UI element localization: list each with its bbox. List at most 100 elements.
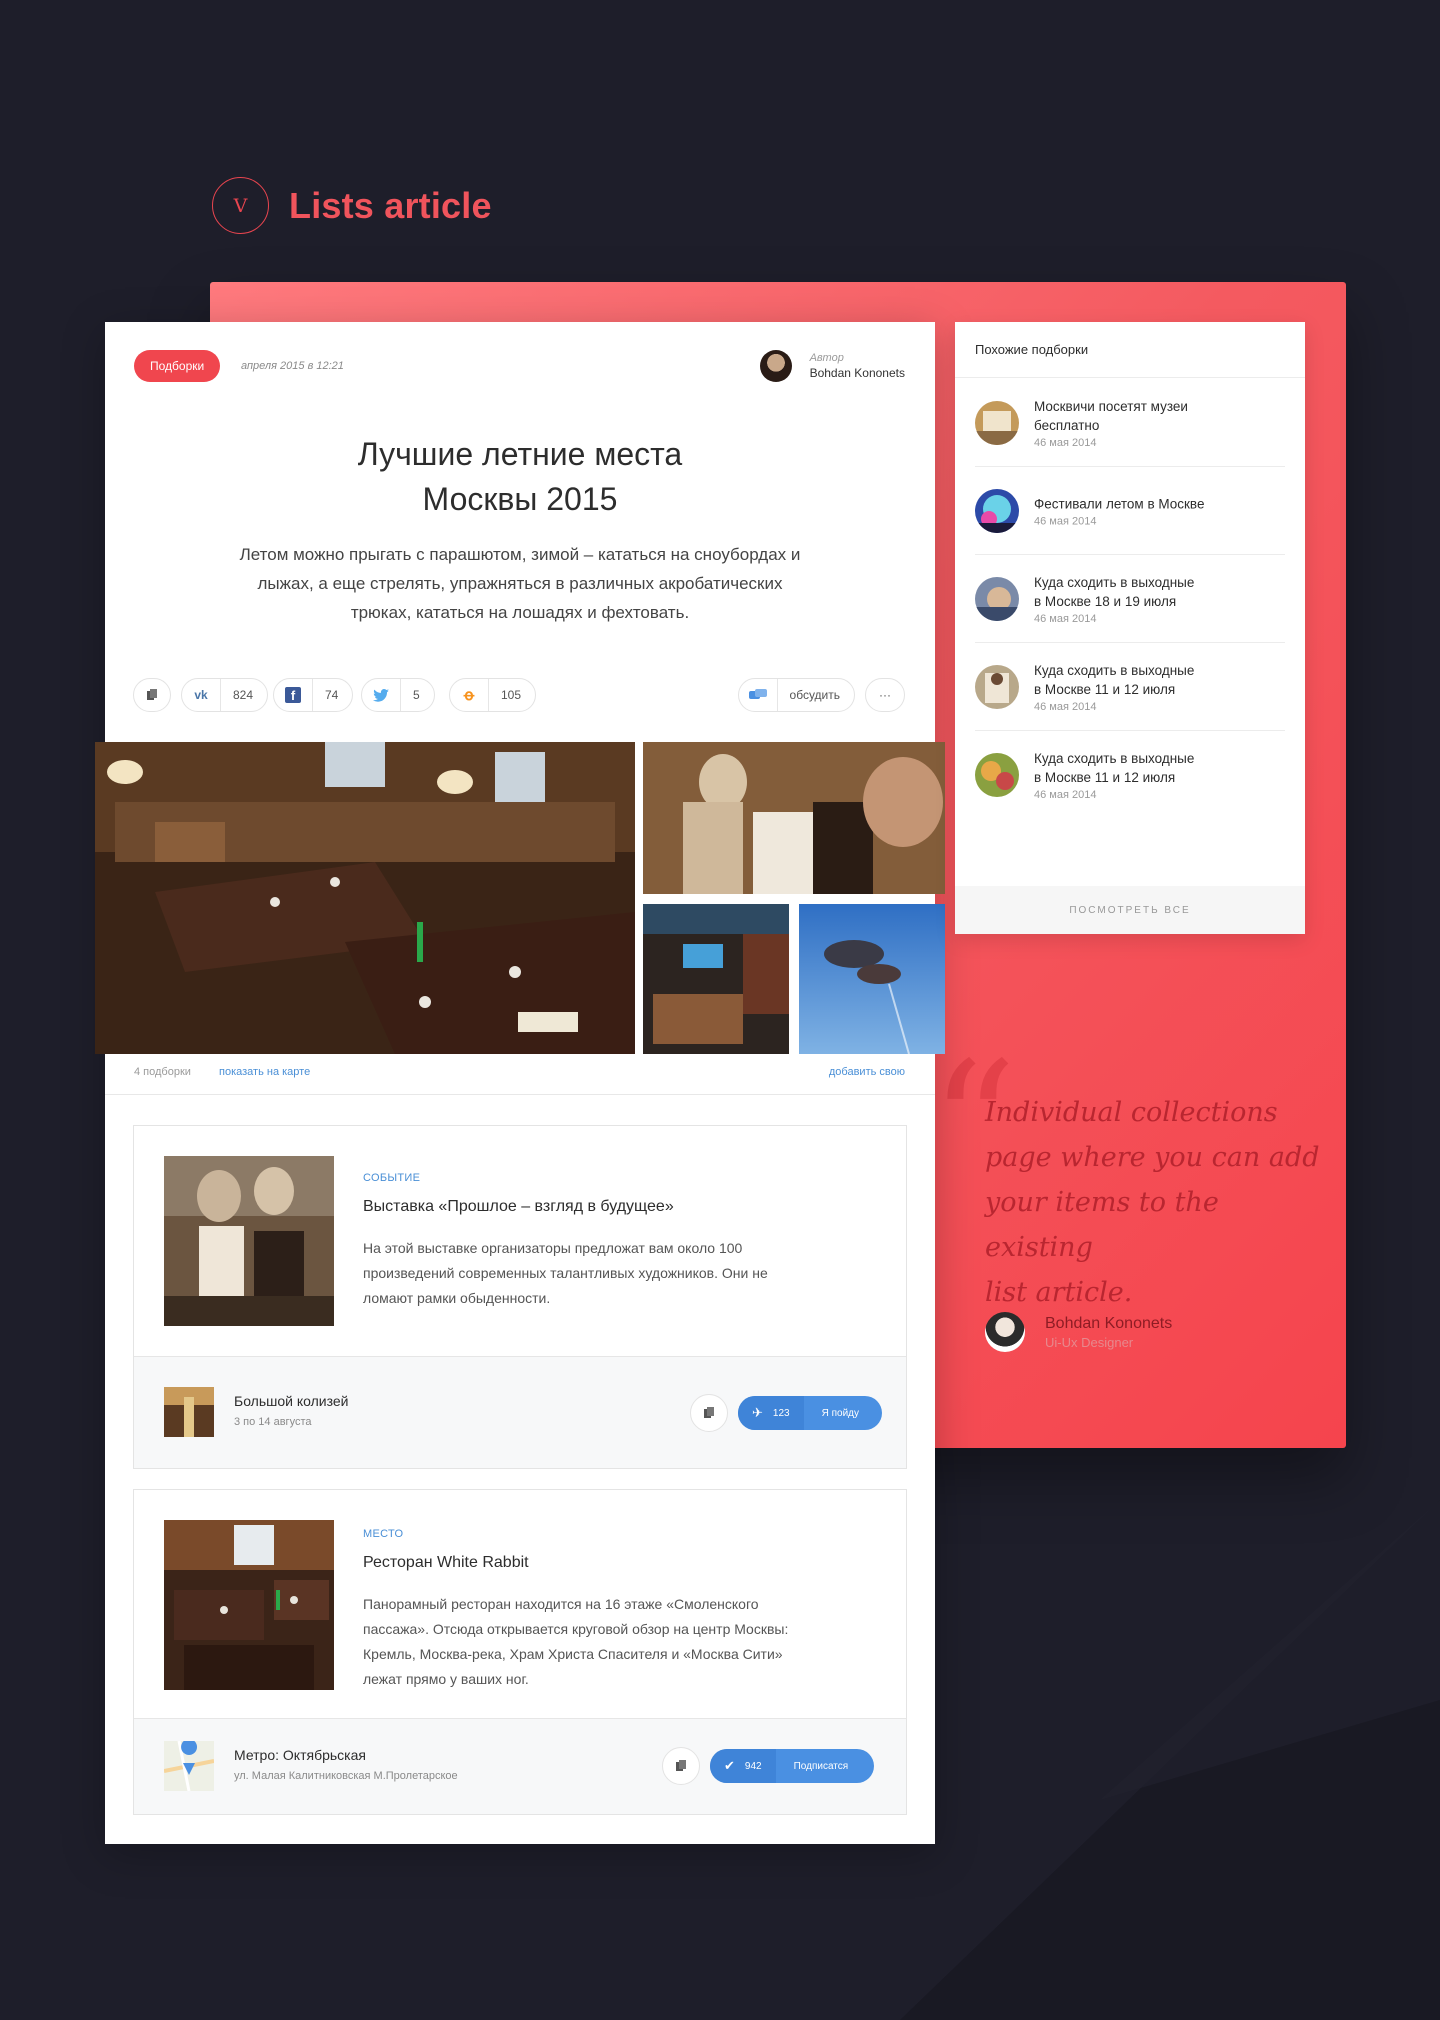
article-title: Лучшие летние места Москвы 2015 <box>105 432 935 522</box>
section-numeral: V <box>212 177 269 234</box>
checkmark-icon: ✔ <box>724 1758 735 1773</box>
item-thumbnail[interactable] <box>164 1520 334 1690</box>
venue-name[interactable]: Большой колизей <box>234 1393 348 1409</box>
event-dates: 3 по 14 августа <box>234 1416 312 1428</box>
discuss-button[interactable]: обсудить <box>737 678 855 712</box>
twitter-icon <box>362 679 400 711</box>
metro-station[interactable]: Метро: Октябрьская <box>234 1747 366 1763</box>
view-all-button[interactable]: ПОСМОТРЕТЬ ВСЕ <box>955 886 1305 934</box>
show-on-map-link[interactable]: показать на карте <box>219 1066 310 1078</box>
twitter-share-button[interactable]: 5 <box>361 678 435 712</box>
map-thumbnail[interactable] <box>164 1741 214 1791</box>
item-description: Панорамный ресторан находится на 16 этаж… <box>363 1592 816 1692</box>
item-title[interactable]: Ресторан White Rabbit <box>363 1554 529 1572</box>
lead-line: трюках, кататься на лошадях и фехтовать. <box>350 603 690 622</box>
article-card: Подборки апреля 2015 в 12:21 Автор Bohda… <box>105 322 935 1844</box>
quote-text: Individual collections page where you ca… <box>985 1090 1325 1315</box>
related-collections-sidebar: Похожие подборки Москвичи посетят музеи б… <box>955 322 1305 934</box>
article-lead: Летом можно прыгать с парашютом, зимой –… <box>205 540 835 627</box>
address: ул. Малая Калитниковская М.Пролетарское <box>234 1770 458 1782</box>
subscribe-button[interactable]: ✔ 942 Подписатся <box>710 1749 874 1783</box>
collage-photo-skydiving[interactable] <box>799 904 945 1054</box>
article-meta: Подборки апреля 2015 в 12:21 Автор Bohda… <box>134 350 905 382</box>
going-button[interactable]: ✈ 123 Я пойду <box>738 1396 882 1430</box>
avatar <box>759 350 792 382</box>
desc-line: ломают рамки обыденности. <box>363 1290 551 1306</box>
desc-line: На этой выставке организаторы предложат … <box>363 1240 743 1256</box>
vk-icon: vk <box>194 688 208 702</box>
photo-collage <box>95 742 945 1054</box>
author-block[interactable]: Автор Bohdan Kononets <box>759 350 905 382</box>
sidebar-item-title: Фестивали летом в Москве <box>1034 496 1205 511</box>
vk-share-button[interactable]: vk 824 <box>181 678 269 712</box>
collage-photo-restaurant[interactable] <box>95 742 635 1054</box>
sidebar-item-date: 46 мая 2014 <box>1034 612 1097 625</box>
add-own-link[interactable]: добавить свою <box>829 1066 905 1078</box>
sidebar-item-title: Куда сходить в выходные в Москве 11 и 12 … <box>1034 751 1195 785</box>
sidebar-item-date: 46 мая 2014 <box>1034 789 1097 801</box>
sidebar-item[interactable]: Куда сходить в выходные в Москве 11 и 12 … <box>975 731 1285 819</box>
list-item-card: Место Ресторан White Rabbit Панорамный р… <box>133 1489 907 1815</box>
author-name[interactable]: Bohdan Kononets <box>810 366 905 380</box>
sidebar-item-thumbnail <box>975 400 1019 445</box>
subscribe-label: Подписатся <box>793 1760 849 1772</box>
desc-line: Панорамный ресторан находится на 16 этаж… <box>363 1596 759 1612</box>
bookmark-icon <box>676 1760 686 1771</box>
quote-line: page where you can add <box>985 1142 1320 1173</box>
odnoklassniki-icon: ꝋ <box>463 687 475 704</box>
facebook-count: 74 <box>312 679 352 711</box>
item-footer: Большой колизей 3 по 14 августа ✈ 123 Я … <box>134 1356 906 1468</box>
twitter-count: 5 <box>400 679 434 711</box>
odnoklassniki-share-button[interactable]: ꝋ 105 <box>449 678 537 712</box>
share-row: vk 824 f 74 5 ꝋ 105 обсудить ··· <box>133 678 905 712</box>
section-title: Lists article <box>289 184 492 226</box>
quote-author: Bohdan Kononets Ui-Ux Designer <box>985 1312 1172 1352</box>
quote-line: your items to the existing <box>985 1187 1219 1263</box>
sidebar-item[interactable]: Куда сходить в выходные в Москве 18 и 19 … <box>975 555 1285 643</box>
odnoklassniki-count: 105 <box>488 679 535 711</box>
subscribe-count: 942 <box>744 1760 762 1772</box>
sidebar-heading: Похожие подборки <box>955 322 1305 378</box>
desc-line: пассажа». Отсюда открывается круговой об… <box>363 1621 789 1637</box>
author-label: Автор <box>809 352 844 364</box>
sidebar-item[interactable]: Фестивали летом в Москве 46 мая 2014 <box>975 467 1285 555</box>
bookmark-icon <box>147 689 157 700</box>
bookmark-button[interactable] <box>133 678 171 712</box>
bookmark-button[interactable] <box>662 1747 700 1785</box>
desc-line: произведений современных талантливых худ… <box>363 1265 768 1281</box>
sidebar-item-thumbnail <box>975 664 1019 709</box>
desc-line: Кремль, Москва-река, Храм Христа Спасите… <box>363 1646 783 1662</box>
sidebar-item[interactable]: Москвичи посетят музеи бесплатно 46 мая 2… <box>975 379 1285 467</box>
facebook-share-button[interactable]: f 74 <box>273 678 354 712</box>
article-date: апреля 2015 в 12:21 <box>241 360 344 372</box>
bookmark-button[interactable] <box>690 1394 728 1432</box>
running-icon: ✈ <box>752 1405 763 1420</box>
more-button[interactable]: ··· <box>865 678 905 712</box>
item-category: Событие <box>363 1172 421 1184</box>
title-line: Лучшие летние места <box>357 436 683 472</box>
collage-photo-exhibition[interactable] <box>643 742 945 894</box>
going-count: 123 <box>772 1407 790 1419</box>
going-label: Я пойду <box>821 1407 859 1419</box>
bookmark-icon <box>704 1407 714 1418</box>
desc-line: лежат прямо у ваших ног. <box>363 1671 529 1687</box>
item-thumbnail[interactable] <box>164 1156 334 1326</box>
sidebar-item-date: 46 мая 2014 <box>1034 700 1097 713</box>
item-category: Место <box>363 1528 404 1540</box>
collage-photo-bar[interactable] <box>643 904 789 1054</box>
sidebar-item-date: 46 мая 2014 <box>1034 436 1097 449</box>
facebook-icon: f <box>274 679 312 711</box>
vk-count: 824 <box>220 679 267 711</box>
sidebar-item[interactable]: Куда сходить в выходные в Москве 11 и 12 … <box>975 643 1285 731</box>
item-footer: Метро: Октябрьская ул. Малая Калитниковс… <box>134 1718 906 1814</box>
sidebar-item-title: Москвичи посетят музеи бесплатно <box>1034 398 1188 433</box>
lead-line: лыжах, а еще стрелять, упражняться в раз… <box>257 574 783 593</box>
sidebar-item-thumbnail <box>975 488 1019 533</box>
section-header: V Lists article <box>212 177 492 234</box>
venue-thumbnail[interactable] <box>164 1387 214 1437</box>
quote-line: list article. <box>985 1277 1133 1308</box>
item-title[interactable]: Выставка «Прошлое – взгляд в будущее» <box>363 1198 674 1216</box>
lead-line: Летом можно прыгать с парашютом, зимой –… <box>239 545 801 564</box>
more-icon: ··· <box>879 688 891 702</box>
category-tag[interactable]: Подборки <box>134 350 221 382</box>
